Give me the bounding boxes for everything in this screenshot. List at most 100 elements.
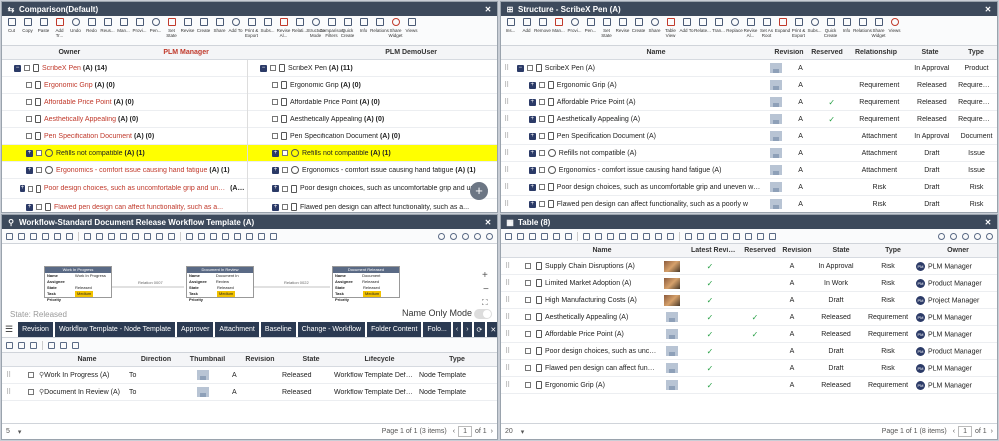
toolbar-button-21[interactable]: Quick Create bbox=[340, 18, 355, 38]
toolbar-button-21[interactable]: Info bbox=[839, 18, 854, 33]
toolbar-button-14[interactable]: Add To bbox=[228, 18, 243, 33]
tree-item-name[interactable]: Affordable Price Point bbox=[290, 99, 358, 106]
add-icon[interactable] bbox=[18, 341, 25, 349]
add-fab-button[interactable]: + bbox=[470, 182, 488, 200]
toolbar-button-0[interactable]: Cut bbox=[4, 18, 19, 33]
tree-item-name[interactable]: Flawed pen design can affect functionali… bbox=[300, 204, 469, 211]
workflow-tool-icon[interactable] bbox=[54, 232, 61, 240]
name-only-mode-toggle[interactable] bbox=[474, 309, 492, 319]
item-name[interactable]: High Manufacturing Costs (A) bbox=[545, 297, 637, 304]
settings-icon[interactable] bbox=[438, 232, 445, 240]
workflow-tool-icon[interactable] bbox=[66, 232, 73, 240]
toolbar-button-4[interactable]: Undo bbox=[68, 18, 83, 33]
expand-icon[interactable]: + bbox=[528, 200, 536, 208]
item-name[interactable]: Flawed pen design can affect functionali bbox=[545, 365, 660, 372]
table-tool-icon[interactable] bbox=[541, 232, 548, 240]
table-tool-icon[interactable] bbox=[607, 232, 614, 240]
workflow-tool-icon[interactable] bbox=[144, 232, 151, 240]
toolbar-button-13[interactable]: Share bbox=[212, 18, 227, 33]
drag-handle-icon[interactable]: ⠿ bbox=[501, 279, 515, 287]
structure-row[interactable]: ⠿ + Ergonomic Grip (A) A Requirement Released… bbox=[501, 77, 997, 94]
drag-handle-icon[interactable]: ⠿ bbox=[501, 132, 511, 140]
chevron-down-icon[interactable]: ▾ bbox=[521, 428, 525, 436]
workflow-tool-icon[interactable] bbox=[168, 232, 175, 240]
row-checkbox[interactable] bbox=[36, 204, 42, 210]
next-page-icon[interactable]: › bbox=[991, 428, 993, 435]
row-checkbox[interactable] bbox=[525, 365, 531, 371]
structure-row[interactable]: ⠿ + Pen Specification Document (A) A Attachm… bbox=[501, 128, 997, 145]
tree-row[interactable]: − ScribeX Pen (A) (11) bbox=[248, 60, 497, 77]
workflow-tool-icon[interactable] bbox=[108, 232, 115, 240]
table-tool-icon[interactable] bbox=[697, 232, 704, 240]
tree-item-name[interactable]: Pen Specification Document bbox=[290, 133, 378, 140]
toolbar-button-7[interactable]: Man... bbox=[116, 18, 131, 33]
item-name[interactable]: Ergonomic Grip (A) bbox=[557, 82, 617, 89]
toolbar-button-4[interactable]: Provi... bbox=[567, 18, 582, 33]
toolbar-button-23[interactable]: Relations bbox=[370, 18, 389, 33]
chevron-down-icon[interactable]: ▾ bbox=[18, 428, 22, 436]
table-row[interactable]: ⠿ Flawed pen design can affect functional… bbox=[501, 360, 997, 377]
toolbar-button-9[interactable]: Pen... bbox=[148, 18, 163, 33]
row-checkbox[interactable] bbox=[538, 184, 545, 190]
workflow-tool-icon[interactable] bbox=[156, 232, 163, 240]
tab-1[interactable]: Workflow Template - Node Template bbox=[54, 322, 175, 337]
drag-handle-icon[interactable]: ⠿ bbox=[2, 388, 16, 396]
workflow-tool-icon[interactable] bbox=[270, 232, 277, 240]
remove-icon[interactable] bbox=[30, 341, 37, 349]
tree-row[interactable]: + Poor design choices, such as uncomforta… bbox=[2, 179, 247, 199]
toolbar-button-22[interactable]: Info bbox=[356, 18, 371, 33]
node-name[interactable]: Document In Review (A) bbox=[44, 389, 120, 396]
toolbar-button-23[interactable]: Share Widget bbox=[871, 18, 886, 38]
workflow-tool-icon[interactable] bbox=[198, 232, 205, 240]
drag-handle-icon[interactable]: ⠿ bbox=[501, 166, 511, 174]
expand-icon[interactable]: + bbox=[528, 81, 536, 89]
drag-handle-icon[interactable]: ⠿ bbox=[501, 381, 515, 389]
row-checkbox[interactable] bbox=[272, 133, 278, 139]
tree-item-name[interactable]: Poor design choices, such as uncomfortab… bbox=[300, 185, 490, 192]
expand-icon[interactable] bbox=[986, 232, 993, 240]
workflow-tool-icon[interactable] bbox=[186, 232, 193, 240]
workflow-node[interactable]: Document Released Name Document Released As… bbox=[332, 266, 400, 302]
workflow-tool-icon[interactable] bbox=[246, 232, 253, 240]
info-icon[interactable] bbox=[950, 232, 957, 240]
close-icon[interactable]: ✕ bbox=[483, 5, 493, 14]
table-tool-icon[interactable] bbox=[505, 232, 512, 240]
toolbar-button-8[interactable]: Provi... bbox=[132, 18, 147, 33]
link-icon[interactable] bbox=[962, 232, 969, 240]
export-icon[interactable] bbox=[48, 341, 55, 349]
table-tool-icon[interactable] bbox=[595, 232, 602, 240]
menu-icon[interactable]: ☰ bbox=[2, 322, 17, 337]
toolbar-button-12[interactable]: Create bbox=[196, 18, 211, 33]
table-tool-icon[interactable] bbox=[685, 232, 692, 240]
table-tool-icon[interactable] bbox=[529, 232, 536, 240]
toolbar-button-17[interactable]: Expand bbox=[775, 18, 790, 33]
page-size-select[interactable]: 5 bbox=[6, 428, 10, 435]
tree-item-name[interactable]: Refills not compatible bbox=[302, 150, 369, 157]
tab-4[interactable]: Baseline bbox=[260, 322, 296, 337]
tree-row[interactable]: + Ergonomics - comfort issue causing hand… bbox=[248, 162, 497, 179]
item-name[interactable]: Ergonomics - comfort issue causing hand … bbox=[559, 167, 722, 174]
table-tool-icon[interactable] bbox=[709, 232, 716, 240]
workflow-tool-icon[interactable] bbox=[96, 232, 103, 240]
row-checkbox[interactable] bbox=[282, 204, 288, 210]
toolbar-button-3[interactable]: Add Tr... bbox=[52, 18, 67, 38]
toolbar-button-6[interactable]: Set State bbox=[599, 18, 614, 38]
tree-item-name[interactable]: Aesthetically Appealing bbox=[44, 116, 116, 123]
workflow-tool-icon[interactable] bbox=[210, 232, 217, 240]
row-checkbox[interactable] bbox=[26, 116, 32, 122]
table-tool-icon[interactable] bbox=[745, 232, 752, 240]
row-checkbox[interactable] bbox=[538, 116, 545, 122]
row-checkbox[interactable] bbox=[538, 167, 545, 173]
tree-row[interactable]: Pen Specification Document (A) (0) bbox=[2, 128, 247, 145]
tab-0[interactable]: Revision bbox=[18, 322, 53, 337]
workflow-list-row[interactable]: ⠿ ⚲Work In Progress (A) To A Released Workflo… bbox=[2, 367, 497, 384]
tree-row[interactable]: + Flawed pen design can affect functional… bbox=[2, 199, 247, 212]
settings-icon[interactable] bbox=[938, 232, 945, 240]
tree-item-name[interactable]: Ergonomics - comfort issue causing hand … bbox=[302, 167, 453, 174]
row-checkbox[interactable] bbox=[26, 99, 32, 105]
row-checkbox[interactable] bbox=[525, 348, 531, 354]
page-size-select[interactable]: 20 bbox=[505, 428, 513, 435]
toolbar-button-8[interactable]: Create bbox=[631, 18, 646, 33]
drag-handle-icon[interactable]: ⠿ bbox=[501, 364, 515, 372]
info-icon[interactable] bbox=[450, 232, 457, 240]
